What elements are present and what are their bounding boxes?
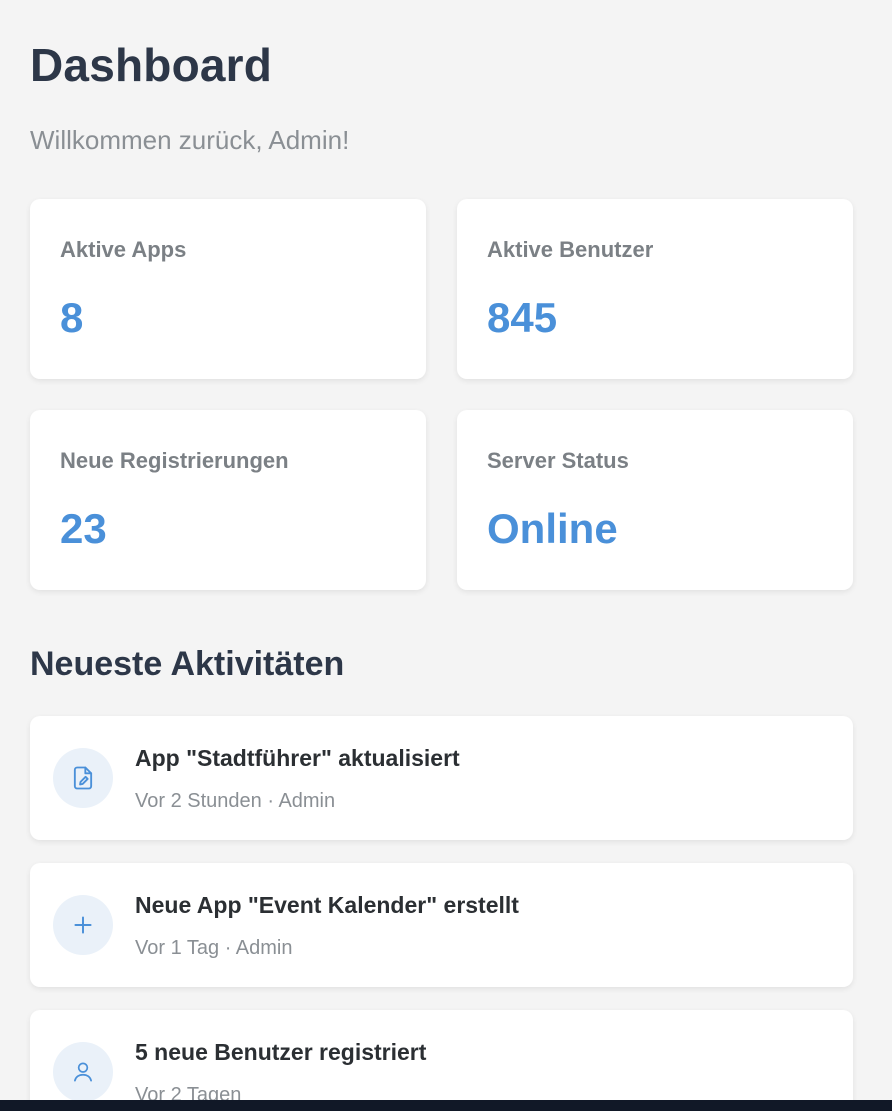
activity-meta: Vor 2 Stunden · Admin [135, 790, 336, 812]
page-title: Dashboard [30, 39, 273, 91]
activity-item[interactable]: 5 neue Benutzer registriert Vor 2 Tagen [30, 1010, 853, 1111]
stat-value: 845 [487, 294, 558, 341]
stat-label: Aktive Benutzer [487, 237, 654, 262]
dashboard-page: Dashboard Willkommen zurück, Admin! Akti… [0, 0, 892, 1111]
activity-title: Neue App "Event Kalender" erstellt [135, 892, 519, 918]
stat-card-active-users: Aktive Benutzer 845 [457, 199, 853, 379]
stat-card-new-registrations: Neue Registrierungen 23 [30, 410, 426, 590]
stat-value: 23 [60, 505, 107, 552]
activity-title: 5 neue Benutzer registriert [135, 1039, 427, 1065]
plus-icon [53, 895, 113, 955]
stat-label: Neue Registrierungen [60, 448, 289, 473]
activities-section-title: Neueste Aktivitäten [30, 645, 345, 683]
bottom-bar [0, 1100, 892, 1111]
activity-title: App "Stadtführer" aktualisiert [135, 745, 460, 771]
activity-item[interactable]: App "Stadtführer" aktualisiert Vor 2 Stu… [30, 716, 853, 840]
edit-file-icon [53, 748, 113, 808]
user-icon [53, 1042, 113, 1102]
stat-value: 8 [60, 294, 84, 341]
activity-item[interactable]: Neue App "Event Kalender" erstellt Vor 1… [30, 863, 853, 987]
stat-label: Server Status [487, 448, 629, 473]
welcome-message: Willkommen zurück, Admin! [30, 125, 350, 155]
stat-label: Aktive Apps [60, 237, 187, 262]
stat-card-server-status: Server Status Online [457, 410, 853, 590]
activity-meta: Vor 1 Tag · Admin [135, 937, 293, 959]
stat-value: Online [487, 505, 618, 552]
stat-card-active-apps: Aktive Apps 8 [30, 199, 426, 379]
